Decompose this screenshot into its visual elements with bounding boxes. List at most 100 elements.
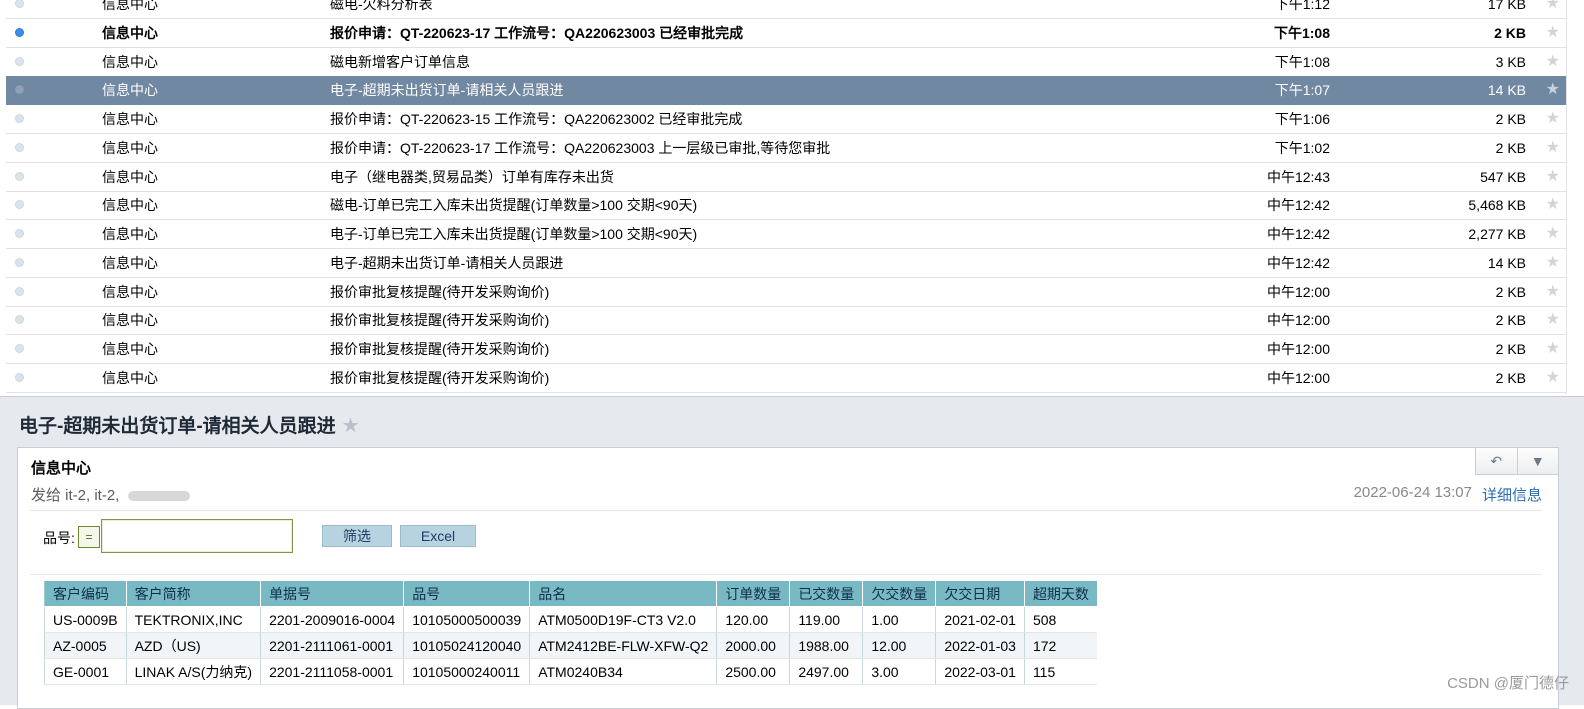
mail-subject: 报价申请：QT-220623-15 工作流号：QA220623002 已经审批完… bbox=[330, 111, 743, 127]
table-cell: 1988.00 bbox=[789, 632, 863, 659]
read-status-icon[interactable] bbox=[15, 257, 24, 267]
read-status-icon[interactable] bbox=[15, 27, 24, 37]
mail-row[interactable]: 信息中心 电子-超期未出货订单-请相关人员跟进 中午12:42 14 KB ★ bbox=[6, 249, 1566, 278]
star-icon[interactable]: ★ bbox=[1546, 191, 1560, 219]
mail-time: 下午1:12 bbox=[1274, 0, 1330, 12]
star-icon[interactable]: ★ bbox=[1546, 105, 1560, 133]
read-status-icon[interactable] bbox=[15, 56, 24, 66]
table-cell: 3.00 bbox=[862, 658, 936, 685]
read-status-icon[interactable] bbox=[15, 286, 24, 296]
star-icon[interactable]: ★ bbox=[1546, 278, 1560, 306]
mail-subject: 报价审批复核提醒(待开发采购询价) bbox=[330, 341, 550, 357]
mail-list: 信息中心 磁电-欠料分析表 下午1:12 17 KB ★ 信息中心 报价申请：QT-2206… bbox=[6, 0, 1567, 394]
star-icon[interactable]: ★ bbox=[1546, 220, 1560, 248]
table-cell: GE-0001 bbox=[44, 658, 127, 685]
reply-icon[interactable]: ↶ bbox=[1476, 448, 1517, 474]
table-cell: 2201-2009016-0004 bbox=[260, 606, 404, 633]
star-icon[interactable]: ★ bbox=[1546, 76, 1560, 104]
details-link[interactable]: 详细信息 bbox=[1482, 484, 1542, 505]
mail-time: 中午12:43 bbox=[1266, 168, 1330, 185]
star-icon[interactable]: ★ bbox=[1546, 19, 1560, 47]
mail-time: 中午12:00 bbox=[1266, 312, 1330, 329]
mail-time: 下午1:08 bbox=[1274, 53, 1330, 70]
table-cell: 10105000500039 bbox=[403, 606, 530, 633]
part-number-input[interactable] bbox=[101, 519, 293, 553]
mail-time: 下午1:07 bbox=[1274, 82, 1330, 99]
read-status-icon[interactable] bbox=[15, 315, 24, 325]
mail-time: 下午1:06 bbox=[1274, 111, 1330, 127]
mail-row[interactable]: 信息中心 电子-订单已完工入库未出货提醒(订单数量>100 交期<90天) 中午12… bbox=[6, 220, 1566, 249]
table-cell: AZD（US) bbox=[125, 632, 261, 659]
table-cell: 119.00 bbox=[789, 606, 863, 633]
mail-row[interactable]: 信息中心 报价申请：QT-220623-17 工作流号：QA220623003 已… bbox=[6, 19, 1566, 48]
reading-pane: 电子-超期未出货订单-请相关人员跟进 ★ 信息中心 发给 it-2, it-2, … bbox=[0, 396, 1584, 709]
mail-time: 下午1:02 bbox=[1274, 139, 1330, 156]
mail-time: 中午12:00 bbox=[1266, 369, 1330, 386]
mail-row[interactable]: 信息中心 磁电-欠料分析表 下午1:12 17 KB ★ bbox=[6, 0, 1566, 19]
mail-from: 信息中心 bbox=[102, 197, 158, 214]
mail-row[interactable]: 信息中心 电子-超期未出货订单-请相关人员跟进 下午1:07 14 KB ★ bbox=[6, 76, 1566, 106]
mail-from: 信息中心 bbox=[102, 24, 158, 41]
mail-from: 信息中心 bbox=[102, 369, 158, 386]
mail-time: 中午12:00 bbox=[1266, 341, 1330, 357]
mail-from: 信息中心 bbox=[102, 254, 158, 271]
table-cell: US-0009B bbox=[44, 606, 127, 633]
star-icon[interactable]: ★ bbox=[1546, 0, 1560, 18]
table-cell: 10105024120040 bbox=[403, 632, 530, 659]
mail-size: 547 KB bbox=[1480, 168, 1526, 185]
table-cell: 115 bbox=[1023, 658, 1098, 685]
star-icon[interactable]: ★ bbox=[1546, 335, 1560, 363]
read-status-icon[interactable] bbox=[15, 0, 24, 8]
mail-row[interactable]: 信息中心 报价审批复核提醒(待开发采购询价) 中午12:00 2 KB ★ bbox=[6, 364, 1566, 393]
mail-row[interactable]: 信息中心 电子（继电器类,贸易品类）订单有库存未出货 中午12:43 547 KB ★ bbox=[6, 163, 1566, 192]
star-icon[interactable]: ★ bbox=[1546, 364, 1560, 392]
mail-row[interactable]: 信息中心 报价审批复核提醒(待开发采购询价) 中午12:00 2 KB ★ bbox=[6, 306, 1566, 336]
mail-from: 信息中心 bbox=[102, 53, 158, 70]
read-status-icon[interactable] bbox=[15, 372, 24, 382]
dropdown-icon[interactable]: ▼ bbox=[1516, 448, 1559, 474]
column-header: 欠交日期 bbox=[935, 580, 1025, 607]
mail-subject: 电子（继电器类,贸易品类）订单有库存未出货 bbox=[330, 168, 614, 185]
star-icon[interactable]: ★ bbox=[1546, 306, 1560, 334]
column-header: 订单数量 bbox=[716, 580, 791, 607]
mail-row[interactable]: 信息中心 磁电新增客户订单信息 下午1:08 3 KB ★ bbox=[6, 48, 1566, 77]
star-icon[interactable]: ★ bbox=[1546, 134, 1560, 162]
mail-time: 中午12:00 bbox=[1266, 283, 1330, 300]
mail-subject: 报价审批复核提醒(待开发采购询价) bbox=[330, 283, 550, 300]
table-cell: ATM0240B34 bbox=[529, 658, 717, 685]
mail-from: 信息中心 bbox=[102, 82, 158, 99]
mail-subject: 报价申请：QT-220623-17 工作流号：QA220623003 上一层级已… bbox=[330, 139, 831, 156]
read-status-icon[interactable] bbox=[15, 229, 24, 238]
mail-from: 信息中心 bbox=[102, 283, 158, 300]
excel-button[interactable]: Excel bbox=[400, 525, 476, 547]
read-status-icon[interactable] bbox=[15, 171, 24, 181]
mail-size: 2 KB bbox=[1495, 283, 1526, 300]
read-status-icon[interactable] bbox=[15, 344, 24, 353]
mail-size: 2 KB bbox=[1495, 111, 1526, 127]
mail-size: 2 KB bbox=[1495, 341, 1526, 357]
table-row: GE-0001 LINAK A/S(力纳克) 2201-2111058-0001 10… bbox=[44, 658, 1098, 685]
table-cell: ATM0500D19F-CT3 V2.0 bbox=[529, 606, 717, 633]
read-status-icon[interactable] bbox=[15, 114, 24, 123]
read-status-icon[interactable] bbox=[15, 142, 24, 152]
table-cell: 2201-2111061-0001 bbox=[260, 632, 404, 659]
mail-row[interactable]: 信息中心 报价申请：QT-220623-15 工作流号：QA220623002 已… bbox=[6, 105, 1566, 134]
mail-subject: 电子-超期未出货订单-请相关人员跟进 bbox=[330, 82, 564, 99]
mail-row[interactable]: 信息中心 报价审批复核提醒(待开发采购询价) 中午12:00 2 KB ★ bbox=[6, 278, 1566, 307]
table-cell: 120.00 bbox=[716, 606, 790, 633]
read-status-icon[interactable] bbox=[15, 200, 24, 210]
filter-button[interactable]: 筛选 bbox=[322, 525, 392, 547]
mail-subject: 报价审批复核提醒(待开发采购询价) bbox=[330, 369, 550, 386]
operator-box[interactable]: = bbox=[78, 526, 100, 548]
read-status-icon[interactable] bbox=[15, 85, 24, 95]
star-icon[interactable]: ★ bbox=[1546, 249, 1560, 277]
part-number-label: 品号: bbox=[43, 530, 75, 546]
star-icon[interactable]: ★ bbox=[342, 415, 360, 437]
star-icon[interactable]: ★ bbox=[1546, 163, 1560, 191]
mail-row[interactable]: 信息中心 报价审批复核提醒(待开发采购询价) 中午12:00 2 KB ★ bbox=[6, 335, 1566, 364]
message-actions: ↶ ▼ bbox=[1475, 448, 1558, 475]
mail-size: 2 KB bbox=[1494, 24, 1526, 41]
mail-row[interactable]: 信息中心 磁电-订单已完工入库未出货提醒(订单数量>100 交期<90天) 中午12… bbox=[6, 191, 1566, 221]
mail-row[interactable]: 信息中心 报价申请：QT-220623-17 工作流号：QA220623003 上… bbox=[6, 134, 1566, 163]
star-icon[interactable]: ★ bbox=[1546, 48, 1560, 76]
